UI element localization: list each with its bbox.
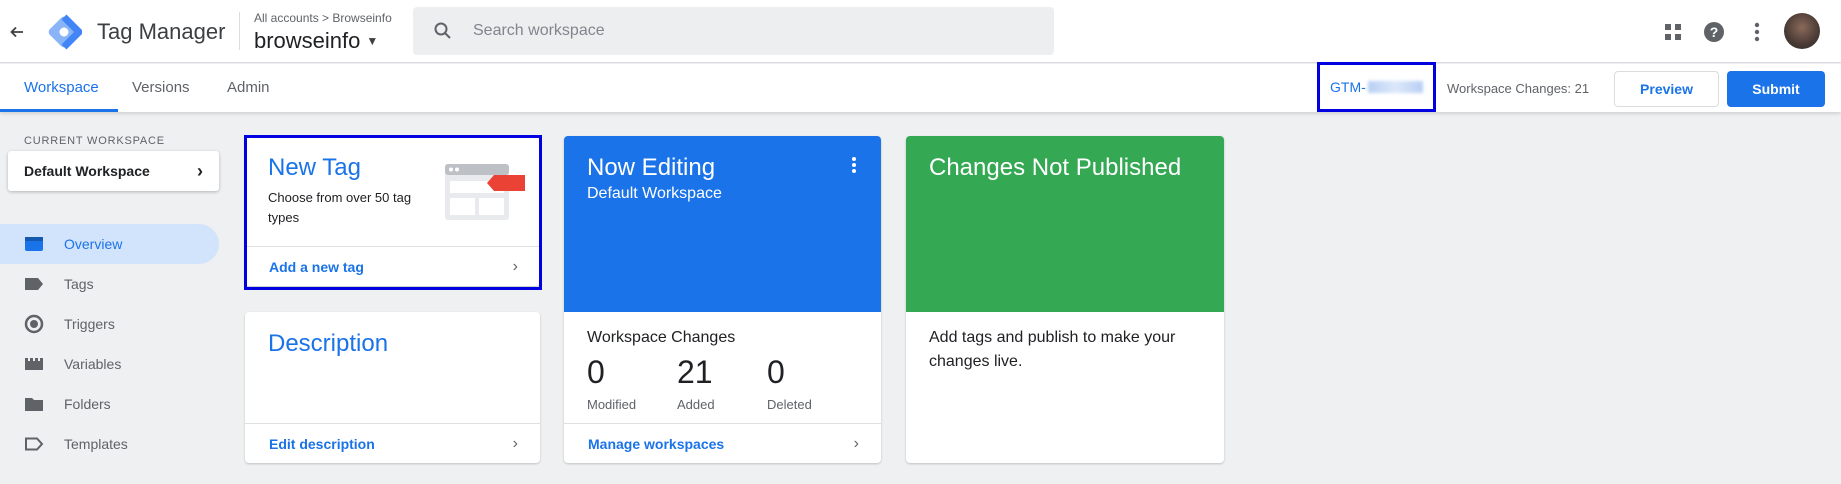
variable-icon bbox=[24, 357, 64, 371]
svg-text:?: ? bbox=[1710, 24, 1719, 40]
not-published-header: Changes Not Published bbox=[906, 136, 1224, 312]
app-name: Tag Manager bbox=[97, 19, 226, 44]
container-id-link[interactable]: GTM- bbox=[1317, 62, 1436, 112]
tab-admin[interactable]: Admin bbox=[227, 79, 270, 96]
workspace-changes-count: Workspace Changes: 21 bbox=[1447, 81, 1590, 96]
now-editing-title: Now Editing bbox=[587, 154, 716, 181]
stat-value: 0 bbox=[587, 354, 605, 390]
container-name: browseinfo bbox=[254, 28, 361, 53]
search-icon bbox=[413, 21, 473, 41]
tag-manager-logo-icon bbox=[46, 14, 83, 50]
add-new-tag-label: Add a new tag bbox=[269, 258, 364, 275]
sidebar-item-label: Triggers bbox=[64, 316, 115, 332]
stat-deleted: 0 Deleted bbox=[767, 354, 812, 412]
caret-down-icon: ▼ bbox=[366, 34, 379, 48]
preview-button[interactable]: Preview bbox=[1614, 71, 1719, 107]
not-published-title: Changes Not Published bbox=[929, 154, 1182, 181]
new-tag-card[interactable]: New Tag Choose from over 50 tag types Ad… bbox=[245, 136, 540, 286]
submit-button[interactable]: Submit bbox=[1727, 71, 1825, 107]
folder-icon bbox=[24, 396, 64, 412]
edit-description-label: Edit description bbox=[269, 435, 375, 452]
apps-grid-icon[interactable] bbox=[1659, 18, 1687, 46]
more-vert-icon[interactable] bbox=[1743, 18, 1771, 46]
sidebar-item-label: Folders bbox=[64, 396, 111, 412]
manage-workspaces-label: Manage workspaces bbox=[588, 435, 725, 452]
stat-modified: 0 Modified bbox=[587, 354, 636, 412]
back-arrow-icon[interactable] bbox=[5, 20, 29, 44]
chevron-right-icon: › bbox=[512, 434, 518, 452]
container-id-redacted bbox=[1367, 81, 1423, 93]
workspace-name: Default Workspace bbox=[24, 163, 150, 179]
not-published-body: Add tags and publish to make your change… bbox=[929, 329, 1176, 370]
top-app-bar: Tag Manager All accounts > Browseinfo br… bbox=[0, 0, 1841, 63]
new-tag-title: New Tag bbox=[268, 154, 361, 181]
header-divider bbox=[239, 12, 240, 50]
search-input[interactable] bbox=[473, 22, 1033, 40]
now-editing-header: Now Editing Default Workspace bbox=[564, 136, 881, 312]
stat-value: 0 bbox=[767, 354, 785, 390]
template-icon bbox=[24, 437, 64, 451]
add-new-tag-link[interactable]: Add a new tag › bbox=[245, 246, 540, 286]
tab-workspace[interactable]: Workspace bbox=[24, 79, 99, 96]
more-vert-icon[interactable] bbox=[851, 156, 857, 179]
manage-workspaces-link[interactable]: Manage workspaces › bbox=[564, 423, 881, 463]
stat-value: 21 bbox=[677, 354, 713, 390]
overview-icon bbox=[24, 236, 64, 252]
edit-description-link[interactable]: Edit description › bbox=[245, 423, 540, 463]
sidebar-item-tags[interactable]: Tags bbox=[0, 264, 219, 304]
sidebar-item-label: Tags bbox=[64, 276, 94, 292]
changes-not-published-card: Changes Not Published Add tags and publi… bbox=[906, 136, 1224, 463]
container-selector[interactable]: browseinfo ▼ bbox=[254, 28, 378, 54]
stat-added: 21 Added bbox=[677, 354, 715, 412]
sidebar-item-label: Overview bbox=[64, 236, 123, 252]
now-editing-workspace: Default Workspace bbox=[587, 185, 722, 202]
now-editing-card: Now Editing Default Workspace Workspace … bbox=[564, 136, 881, 463]
stat-label: Deleted bbox=[767, 397, 812, 412]
active-tab-indicator bbox=[0, 109, 118, 112]
sidebar-item-variables[interactable]: Variables bbox=[0, 344, 219, 384]
sidebar-item-templates[interactable]: Templates bbox=[0, 424, 219, 464]
stat-label: Modified bbox=[587, 397, 637, 412]
description-title: Description bbox=[268, 330, 389, 357]
container-id-prefix: GTM- bbox=[1330, 79, 1366, 95]
description-card: Description Edit description › bbox=[245, 312, 540, 463]
new-tag-description: Choose from over 50 tag types bbox=[268, 190, 412, 225]
tab-versions[interactable]: Versions bbox=[132, 79, 190, 96]
sidebar-item-label: Variables bbox=[64, 356, 122, 372]
trigger-icon bbox=[24, 314, 64, 334]
sidebar-item-folders[interactable]: Folders bbox=[0, 384, 219, 424]
search-bar[interactable] bbox=[413, 7, 1054, 55]
sidebar-item-label: Templates bbox=[64, 436, 128, 452]
avatar[interactable] bbox=[1784, 13, 1820, 49]
tag-icon bbox=[24, 277, 64, 291]
chevron-right-icon: › bbox=[197, 160, 203, 181]
help-icon[interactable]: ? bbox=[1700, 18, 1728, 46]
workspace-changes-heading: Workspace Changes bbox=[587, 329, 736, 346]
tag-illustration-icon bbox=[444, 163, 526, 228]
sidebar-item-overview[interactable]: Overview bbox=[0, 224, 219, 264]
sidebar-item-triggers[interactable]: Triggers bbox=[0, 304, 219, 344]
chevron-right-icon: › bbox=[512, 257, 518, 275]
chevron-right-icon: › bbox=[853, 434, 859, 452]
current-workspace-label: CURRENT WORKSPACE bbox=[24, 135, 165, 147]
stat-label: Added bbox=[677, 397, 715, 412]
breadcrumb[interactable]: All accounts > Browseinfo bbox=[254, 11, 392, 25]
workspace-selector[interactable]: Default Workspace › bbox=[8, 151, 219, 191]
